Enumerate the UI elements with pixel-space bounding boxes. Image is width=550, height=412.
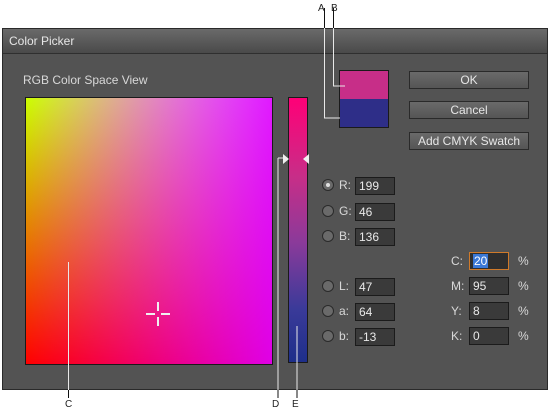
color-space-view-label: RGB Color Space View (23, 73, 148, 87)
ok-button[interactable]: OK (409, 71, 529, 89)
callout-e: E (292, 399, 299, 410)
value-lab-b: -13 (359, 330, 377, 344)
window-title: Color Picker (9, 34, 75, 48)
label-l: L: (339, 279, 350, 293)
callout-c: C (65, 399, 73, 410)
field-r[interactable]: 199 (355, 177, 395, 195)
add-cmyk-swatch-button[interactable]: Add CMYK Swatch (409, 132, 529, 150)
color-swatch (339, 70, 389, 128)
color-picker-dialog: Color Picker RGB Color Space View OK Can… (2, 28, 548, 390)
field-c[interactable]: 20 (469, 252, 509, 270)
new-color-swatch (340, 71, 388, 99)
field-k[interactable]: 0 (469, 327, 509, 345)
label-m: M: (451, 279, 465, 293)
value-b: 136 (359, 230, 380, 244)
label-g: G: (339, 204, 352, 218)
field-b[interactable]: 136 (355, 228, 395, 246)
value-y: 8 (473, 304, 480, 318)
label-c: C: (451, 254, 463, 268)
color-field[interactable] (25, 97, 273, 365)
callout-b: B (331, 3, 338, 14)
field-m[interactable]: 95 (469, 277, 509, 295)
callout-d: D (272, 399, 280, 410)
value-g: 46 (359, 205, 373, 219)
value-c-selected: 20 (473, 254, 489, 268)
radio-g[interactable] (322, 205, 334, 217)
unit-y: % (518, 304, 529, 318)
cancel-button[interactable]: Cancel (409, 101, 529, 119)
value-r: 199 (359, 179, 380, 193)
value-m: 95 (473, 279, 487, 293)
field-lab-b[interactable]: -13 (355, 328, 395, 346)
callout-a: A (318, 3, 325, 14)
color-slider[interactable] (288, 97, 308, 363)
radio-l[interactable] (322, 280, 334, 292)
original-color-swatch (340, 99, 388, 127)
unit-c: % (518, 254, 529, 268)
radio-b[interactable] (322, 230, 334, 242)
slider-handle-left[interactable] (283, 154, 289, 164)
color-field-crosshair (146, 302, 170, 326)
label-b: B: (339, 229, 351, 243)
radio-a[interactable] (322, 305, 334, 317)
radio-lab-b[interactable] (322, 330, 334, 342)
field-g[interactable]: 46 (355, 203, 395, 221)
value-a: 64 (359, 305, 373, 319)
label-a: a: (339, 304, 350, 318)
label-r: R: (339, 178, 351, 192)
unit-m: % (518, 279, 529, 293)
title-bar[interactable]: Color Picker (3, 29, 547, 54)
value-k: 0 (473, 329, 480, 343)
label-y: Y: (451, 304, 462, 318)
field-l[interactable]: 47 (355, 278, 395, 296)
field-y[interactable]: 8 (469, 302, 509, 320)
label-k: K: (451, 329, 463, 343)
slider-handle-right[interactable] (303, 154, 309, 164)
unit-k: % (518, 329, 529, 343)
field-a[interactable]: 64 (355, 303, 395, 321)
label-lab-b: b: (339, 329, 350, 343)
value-l: 47 (359, 280, 373, 294)
radio-r[interactable] (322, 179, 334, 191)
